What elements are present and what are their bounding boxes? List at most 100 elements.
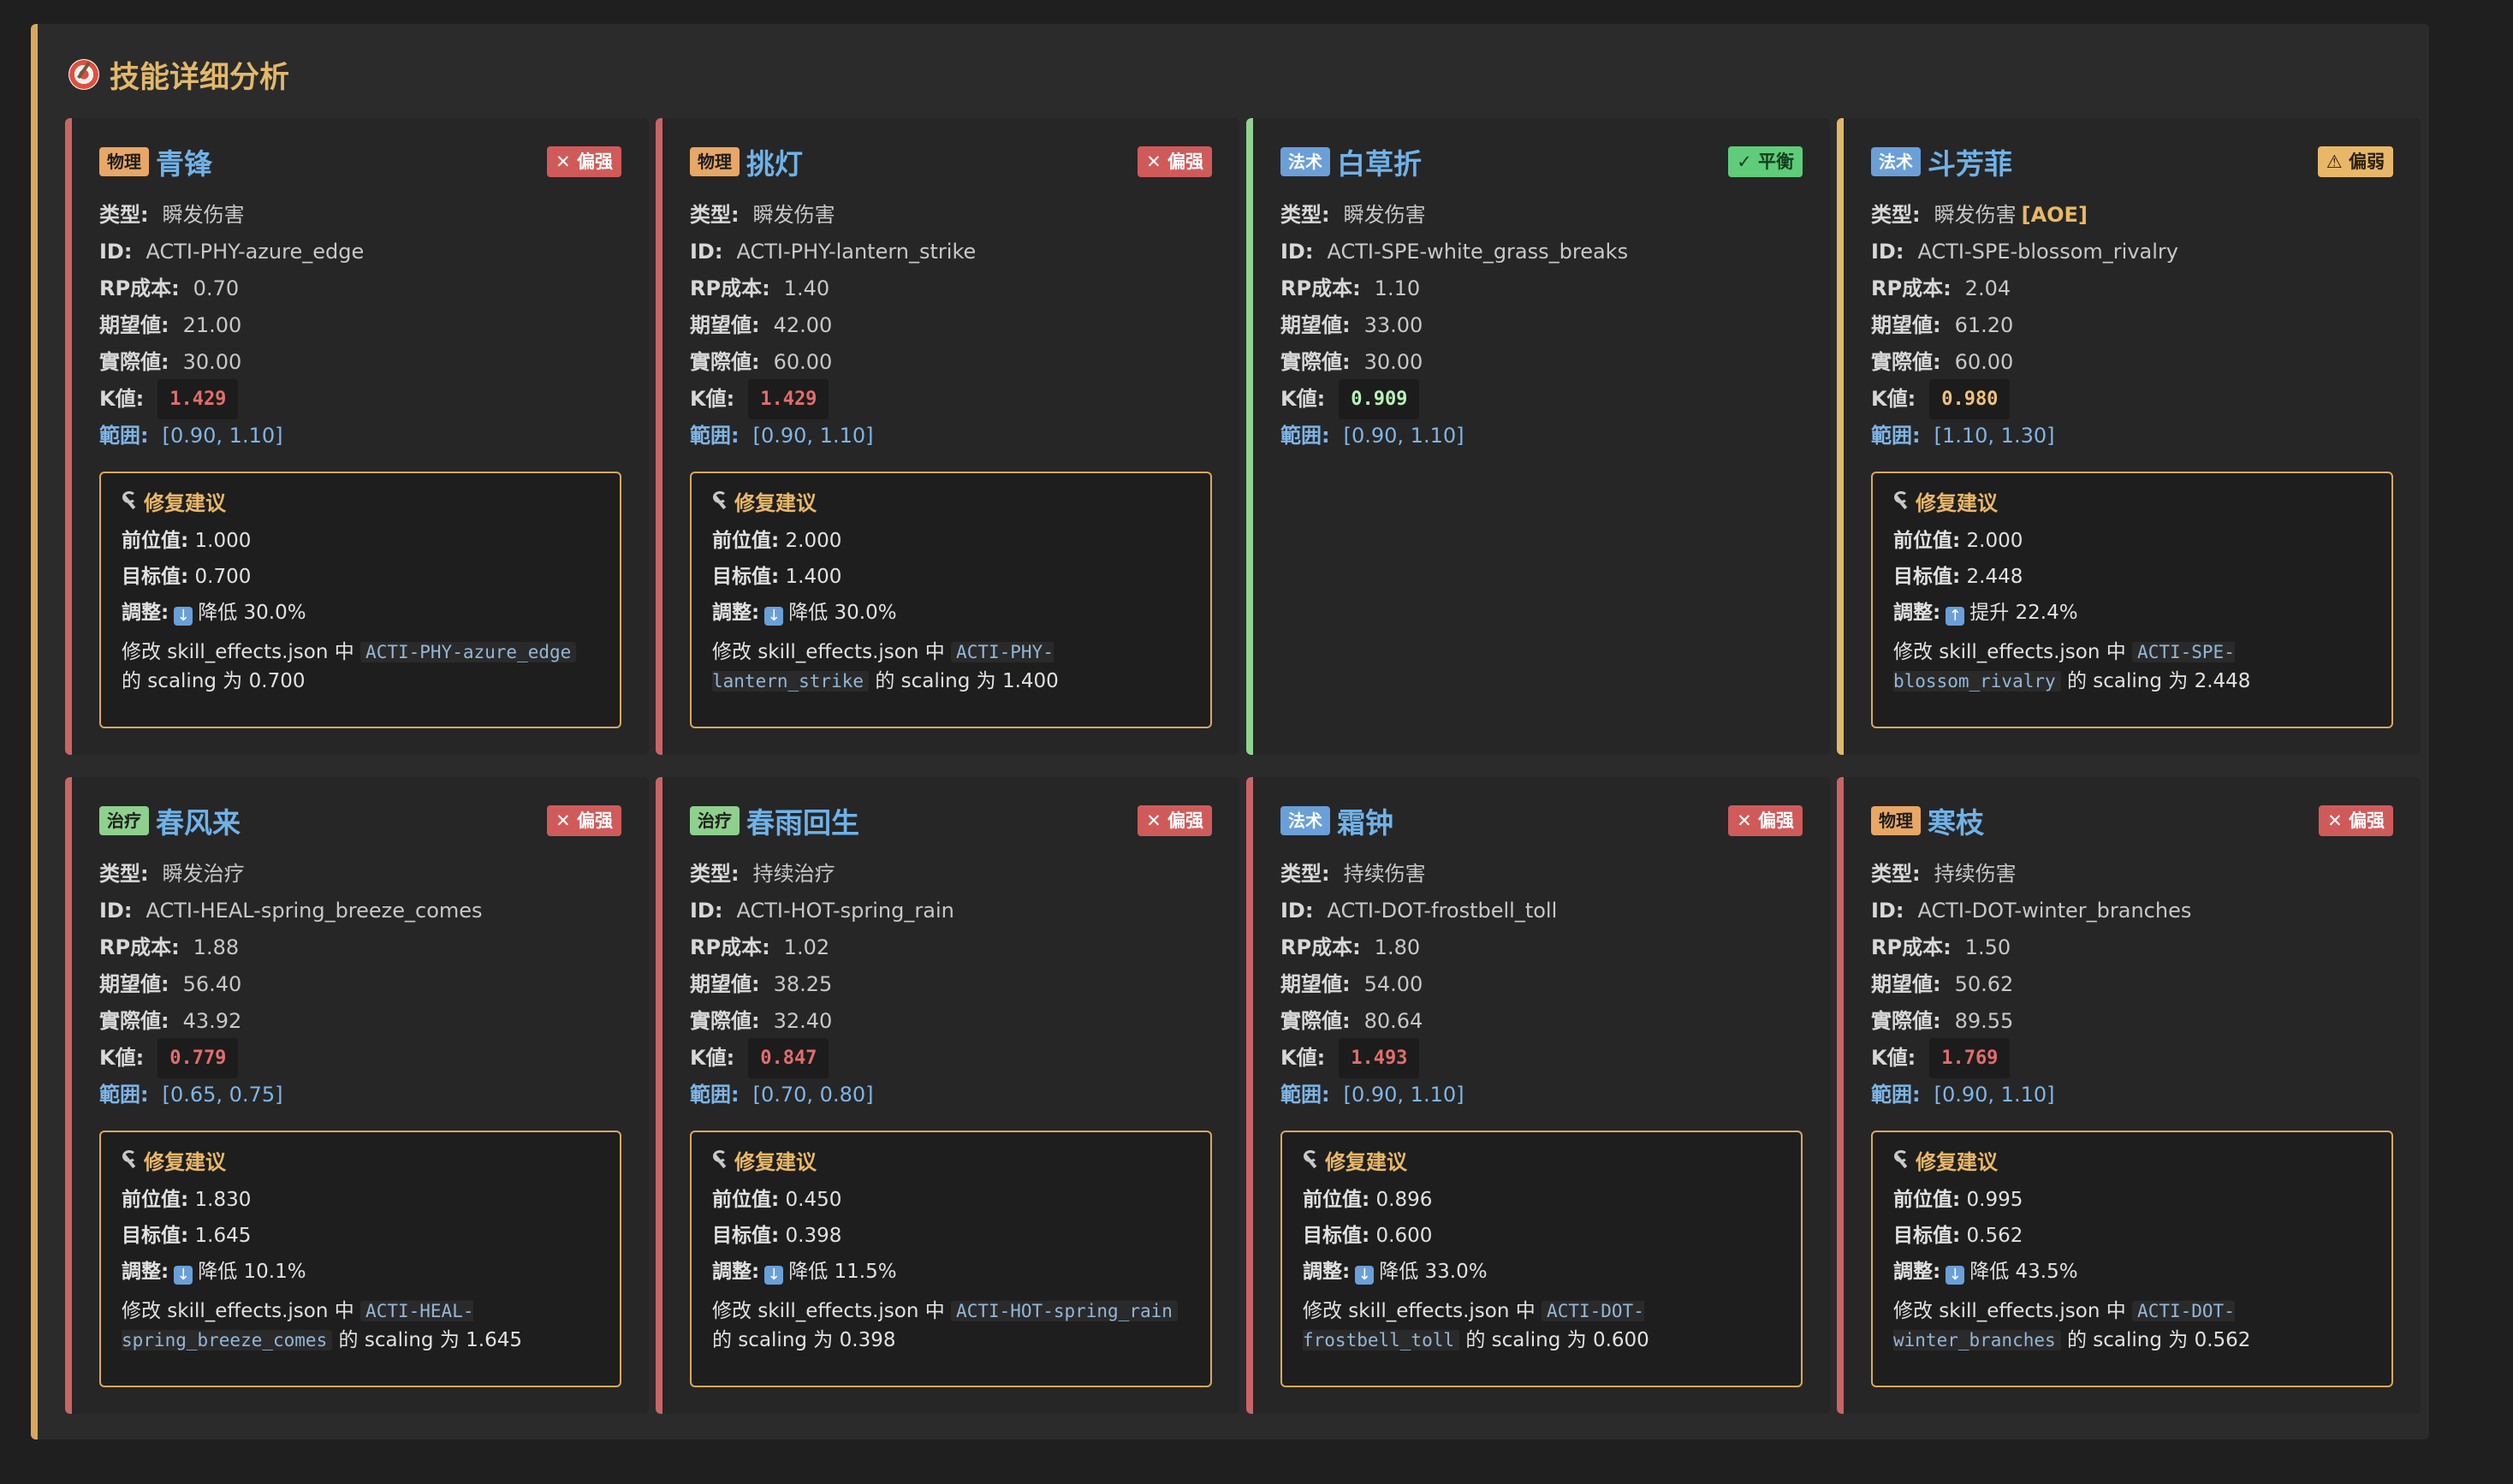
card-header: 法术 斗芳菲 ⚠ 偏弱	[1871, 142, 2393, 181]
modify-mid: 的 scaling 为	[2066, 670, 2189, 692]
stat-label: RP成本:	[690, 276, 770, 300]
status-label: 偏强	[577, 810, 613, 831]
stat-actual: 實際値: 43.92	[99, 1003, 621, 1040]
fix-suggestion-box: 修复建议 前位值: 1.830 目标值: 1.645 調整: ↓ 降低 10.1% …	[99, 1131, 621, 1387]
fix-label: 調整:	[712, 602, 760, 624]
stat-value: [0.90, 1.10]	[752, 424, 874, 448]
fix-value: 1.000	[194, 530, 252, 552]
stat-value: 瞬发伤害	[1934, 203, 2017, 227]
fix-label: 前位值:	[122, 1189, 189, 1211]
fix-instruction: 修改 skill_effects.json 中 ACTI-DOT-frostbe…	[1303, 1297, 1780, 1355]
stat-type: 类型: 持续治疗	[690, 856, 1212, 893]
wrench-icon	[1893, 1150, 1909, 1169]
fix-title-text: 修复建议	[144, 1149, 226, 1174]
adjust-direction: 降低	[788, 602, 829, 624]
fix-instruction: 修改 skill_effects.json 中 ACTI-SPE-blossom…	[1893, 638, 2371, 696]
wrench-icon	[712, 491, 728, 510]
skill-stats: 类型: 瞬发伤害 ID: ACTI-SPE-white_grass_breaks…	[1280, 197, 1803, 454]
skill-type-tag: 物理	[1871, 806, 1921, 835]
arrow-down-icon: ↓	[1946, 1266, 1965, 1285]
skill-analysis-panel: 技能详细分析 物理 青锋 ✕ 偏强 类型: 瞬发伤害 ID: ACTI-PHY-…	[31, 24, 2429, 1439]
stat-k-value: K値: 0.980	[1871, 379, 2393, 419]
k-value-pill: 1.429	[748, 379, 829, 419]
stat-range: 範囲: [0.65, 0.75]	[99, 1077, 621, 1113]
fix-title: 修复建议	[712, 485, 1190, 516]
skill-name: 寒枝	[1928, 806, 1984, 840]
stat-expected: 期望値: 61.20	[1871, 307, 2393, 344]
fix-suggestion-box: 修复建议 前位值: 2.000 目标值: 2.448 調整: ↑ 提升 22.4% …	[1871, 472, 2393, 728]
stat-value: 0.70	[193, 276, 240, 300]
stat-label: 类型:	[1871, 862, 1921, 886]
status-badge: ⚠ 偏弱	[2317, 146, 2393, 177]
stat-value: 1.10	[1374, 276, 1421, 300]
fix-target: 目标值: 0.398	[712, 1218, 1190, 1254]
stat-label: 类型:	[1280, 862, 1330, 886]
arrow-down-icon: ↓	[1355, 1266, 1375, 1285]
fix-target: 目标值: 0.600	[1303, 1218, 1780, 1254]
skill-name: 挑灯	[746, 147, 803, 181]
stat-value: [0.90, 1.10]	[1934, 1083, 2055, 1107]
stat-type: 类型: 瞬发伤害	[690, 197, 1212, 234]
stat-type: 类型: 持续伤害	[1871, 856, 2393, 893]
stat-value: 89.55	[1954, 1009, 2014, 1033]
arrow-down-icon: ↓	[174, 1266, 193, 1285]
skill-stats: 类型: 持续伤害 ID: ACTI-DOT-frostbell_toll RP成…	[1280, 856, 1803, 1113]
fix-title: 修复建议	[1303, 1144, 1780, 1175]
stat-value: 1.50	[1964, 935, 2011, 959]
stat-value: 瞬发伤害	[1343, 203, 1426, 227]
skill-type-tag: 法术	[1280, 806, 1330, 835]
stat-value: 80.64	[1363, 1009, 1423, 1033]
stat-value: 1.40	[783, 276, 830, 300]
stat-value: 38.25	[773, 972, 833, 996]
fix-label: 調整:	[712, 1261, 760, 1283]
stat-value: [0.90, 1.10]	[162, 424, 283, 448]
check-box-icon: ✓	[1737, 151, 1752, 172]
stat-value: 30.00	[1363, 350, 1423, 374]
stat-value: 42.00	[773, 313, 833, 337]
adjust-direction: 降低	[198, 602, 238, 624]
fix-title: 修复建议	[1893, 485, 2371, 516]
stat-label: RP成本:	[690, 935, 770, 959]
fix-prev: 前位值: 1.000	[122, 523, 599, 559]
fix-target: 目标值: 1.400	[712, 559, 1190, 595]
stat-range: 範囲: [0.90, 1.10]	[1871, 1077, 2393, 1113]
stat-label: 类型:	[1871, 203, 1921, 227]
stat-label: 类型:	[690, 862, 740, 886]
k-value-pill: 0.779	[157, 1038, 239, 1078]
stat-value: ACTI-HEAL-spring_breeze_comes	[146, 899, 483, 923]
modify-prefix: 修改 skill_effects.json 中	[712, 641, 945, 663]
stat-label: 範囲:	[1871, 1083, 1921, 1107]
stat-expected: 期望値: 38.25	[690, 966, 1212, 1003]
fix-value: 2.000	[785, 530, 842, 552]
stat-value: 持续治疗	[752, 862, 835, 886]
fix-value: 2.448	[1966, 566, 2023, 588]
skill-card-grid: 物理 青锋 ✕ 偏强 类型: 瞬发伤害 ID: ACTI-PHY-azure_e…	[65, 118, 2421, 1414]
modify-mid: 的 scaling 为	[875, 670, 996, 692]
stat-label: K値:	[1871, 1046, 1916, 1070]
fix-title-text: 修复建议	[1916, 490, 1998, 515]
fix-value: 0.450	[785, 1189, 842, 1211]
stat-id: ID: ACTI-DOT-winter_branches	[1871, 893, 2393, 929]
stat-label: K値:	[99, 387, 145, 411]
stat-value: 32.40	[773, 1009, 833, 1033]
adjust-direction: 提升	[1969, 602, 2010, 624]
skill-type-tag: 治疗	[99, 806, 149, 835]
wrench-icon	[1303, 1150, 1318, 1169]
stat-type: 类型: 瞬发治疗	[99, 856, 621, 893]
adjust-percent: 33.0%	[1424, 1261, 1488, 1283]
status-label: 偏强	[577, 151, 613, 172]
card-header: 法术 霜钟 ✕ 偏强	[1280, 801, 1803, 840]
arrow-up-icon: ↑	[1946, 607, 1965, 626]
stat-value: ACTI-SPE-white_grass_breaks	[1327, 240, 1629, 264]
fix-prev: 前位值: 2.000	[1893, 523, 2371, 559]
stat-label: K値:	[99, 1046, 145, 1070]
stat-expected: 期望値: 42.00	[690, 307, 1212, 344]
status-label: 偏强	[2349, 810, 2385, 831]
fix-value: 0.896	[1375, 1189, 1433, 1211]
status-badge: ✕ 偏强	[547, 146, 621, 177]
stat-label: 期望値:	[1280, 313, 1351, 337]
status-badge: ✕ 偏强	[2319, 805, 2393, 836]
fix-instruction: 修改 skill_effects.json 中 ACTI-DOT-winter_…	[1893, 1297, 2371, 1355]
stat-type: 类型: 瞬发伤害	[99, 197, 621, 234]
card-header: 物理 寒枝 ✕ 偏强	[1871, 801, 2393, 840]
